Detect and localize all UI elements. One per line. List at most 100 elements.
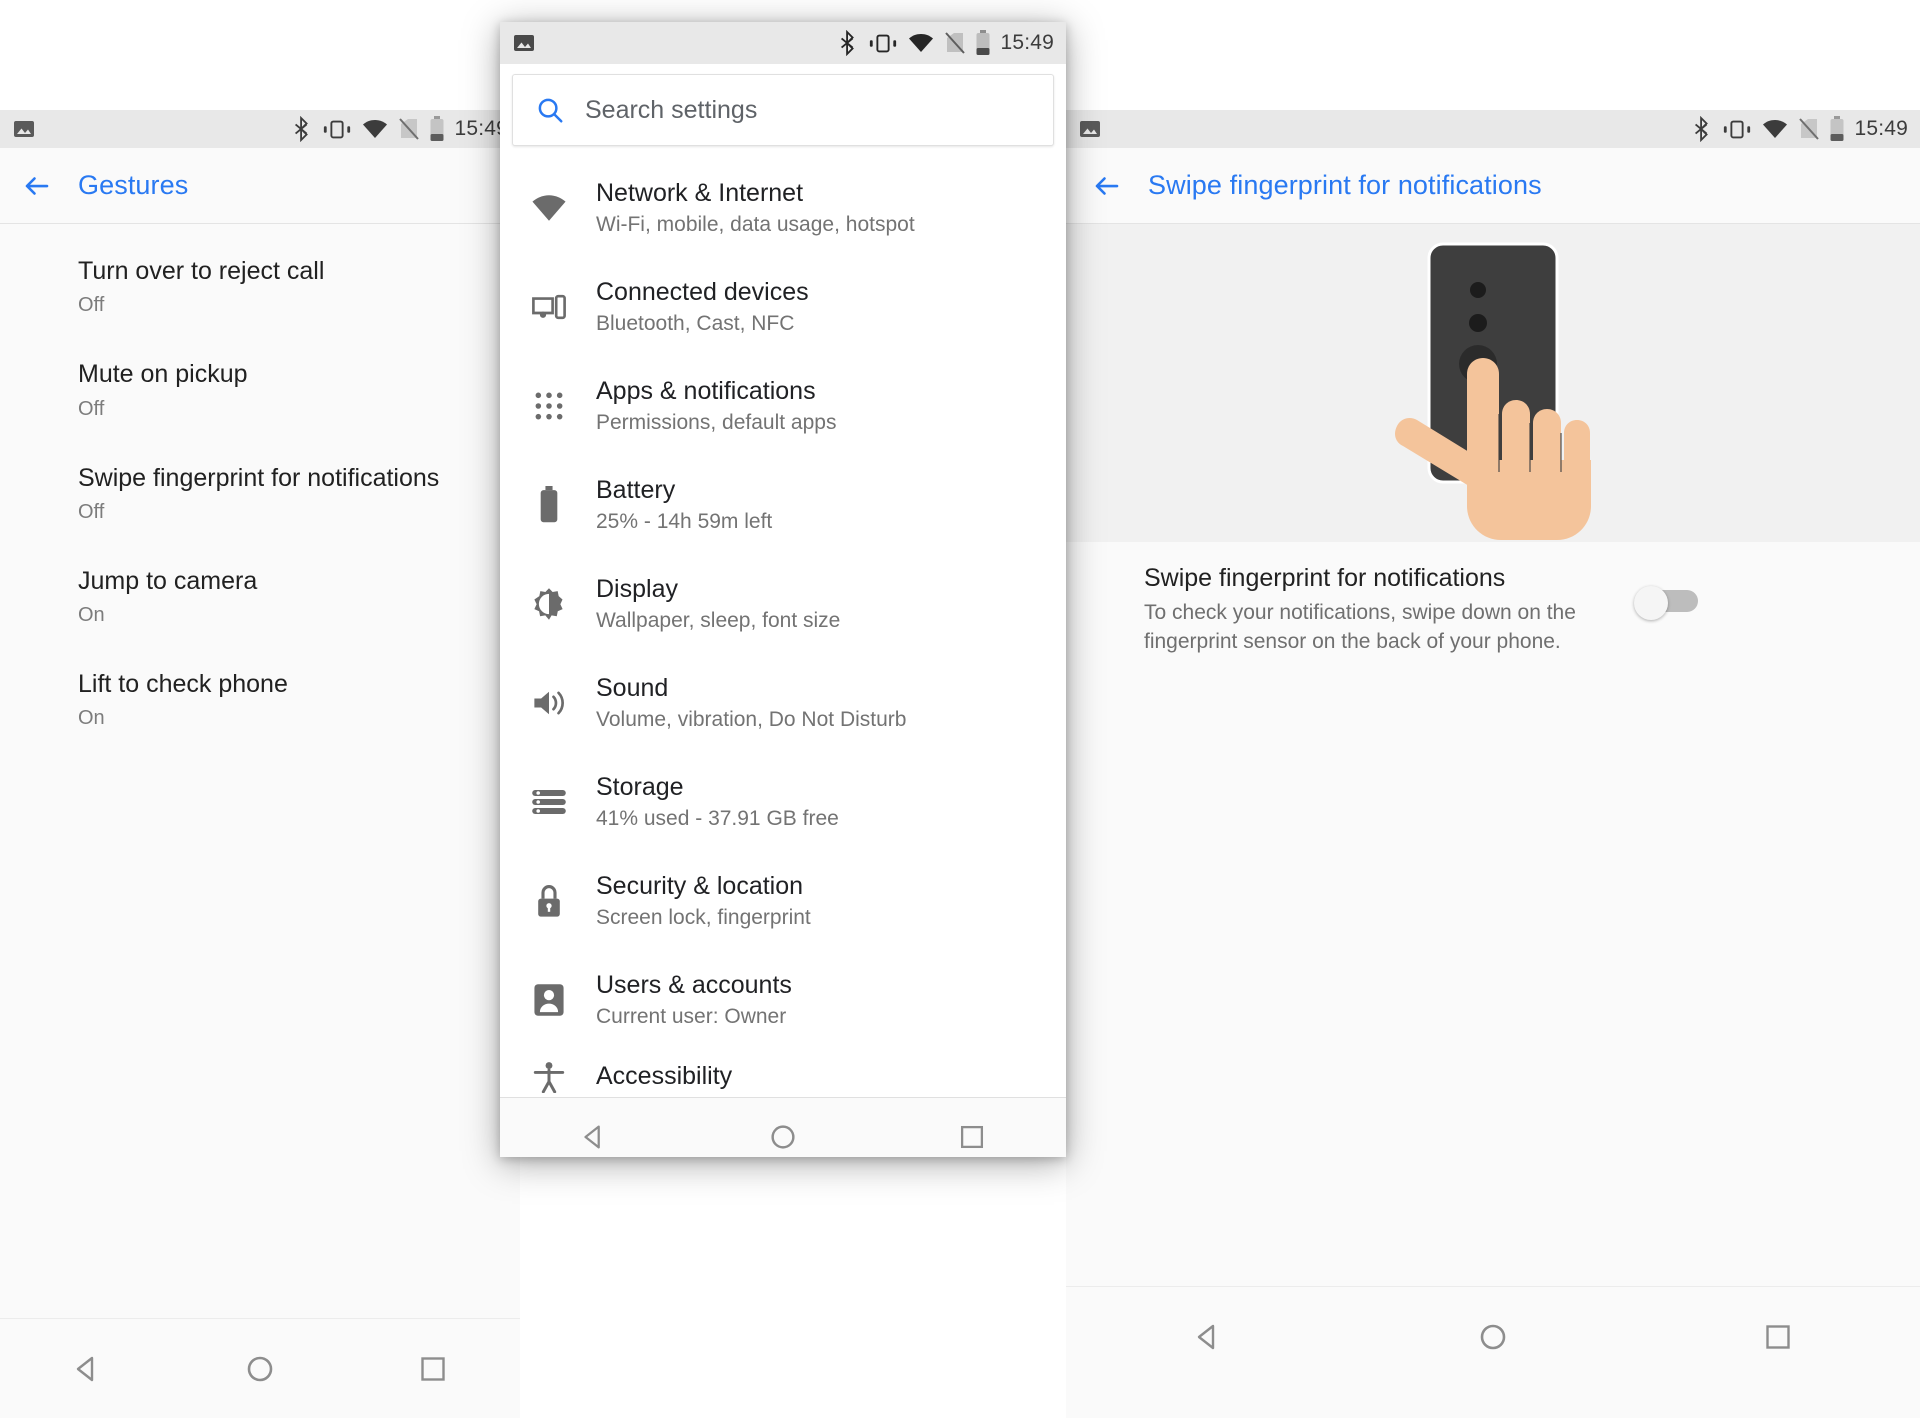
settings-row-title: Storage: [596, 772, 684, 801]
settings-row-texts: Connected devices Bluetooth, Cast, NFC: [596, 277, 809, 336]
wifi-icon: [530, 189, 568, 227]
recents-nav-button[interactable]: [1748, 1307, 1808, 1367]
brightness-icon: [530, 585, 568, 623]
triangle-back-icon: [1198, 1324, 1215, 1349]
gesture-value: Off: [78, 397, 105, 420]
circle-home-icon: [247, 1356, 273, 1381]
back-nav-button[interactable]: [57, 1339, 117, 1399]
search-input[interactable]: Search settings: [512, 74, 1054, 146]
settings-row-texts: Battery 25% - 14h 59m left: [596, 475, 772, 534]
triangle-back-icon: [584, 1125, 601, 1148]
gesture-value: On: [78, 707, 105, 730]
settings-row-subtitle: Bluetooth, Cast, NFC: [596, 312, 795, 336]
devices-icon: [530, 288, 568, 326]
battery-icon: [976, 30, 990, 55]
settings-row-title: Sound: [596, 673, 669, 702]
home-nav-button[interactable]: [753, 1107, 813, 1158]
swipe-fingerprint-toggle[interactable]: [1634, 586, 1700, 620]
recents-nav-button[interactable]: [942, 1107, 1002, 1158]
settings-row-title: Network & Internet: [596, 178, 804, 207]
gestures-list: Turn over to reject call Off Mute on pic…: [0, 224, 520, 1318]
navigation-bar-center: [500, 1097, 1066, 1157]
image-icon: [514, 35, 534, 51]
back-nav-button[interactable]: [564, 1107, 624, 1158]
swipe-fingerprint-screen: 15:49 Swipe fingerprint for notification…: [1066, 110, 1920, 1418]
list-item[interactable]: Mute on pickup Off: [0, 333, 520, 436]
gesture-title: Swipe fingerprint for notifications: [78, 463, 440, 492]
bluetooth-icon: [841, 30, 855, 56]
gesture-value: Off: [78, 294, 105, 317]
status-bar-clock: 15:49: [1854, 117, 1908, 140]
settings-row-title: Accessibility: [596, 1062, 733, 1091]
settings-row-subtitle: Screen lock, fingerprint: [596, 906, 811, 930]
list-item[interactable]: Lift to check phone On: [0, 643, 520, 746]
settings-row-title: Display: [596, 574, 678, 603]
volume-icon: [530, 684, 568, 722]
page-title: Swipe fingerprint for notifications: [1148, 170, 1542, 200]
search-container: Search settings: [500, 64, 1066, 158]
bluetooth-icon: [295, 116, 309, 142]
home-nav-button[interactable]: [230, 1339, 290, 1399]
settings-row-subtitle: 41% used - 37.91 GB free: [596, 807, 839, 831]
triangle-back-icon: [76, 1356, 93, 1381]
settings-row-texts: Accessibility: [596, 1061, 732, 1092]
settings-row-texts: Storage 41% used - 37.91 GB free: [596, 772, 839, 831]
gesture-title: Turn over to reject call: [78, 257, 325, 285]
list-item[interactable]: Turn over to reject call Off: [0, 242, 520, 333]
preference-description: To check your notifications, swipe down …: [1144, 601, 1576, 653]
settings-row-security[interactable]: Security & location Screen lock, fingerp…: [500, 851, 1066, 950]
settings-row-storage[interactable]: Storage 41% used - 37.91 GB free: [500, 752, 1066, 851]
home-nav-button[interactable]: [1463, 1307, 1523, 1367]
settings-row-texts: Apps & notifications Permissions, defaul…: [596, 376, 836, 435]
vibrate-icon: [324, 120, 351, 139]
fingerprint-illustration: [1066, 224, 1920, 542]
settings-row-network[interactable]: Network & Internet Wi-Fi, mobile, data u…: [500, 158, 1066, 257]
apps-grid-icon: [530, 387, 568, 425]
back-arrow-icon[interactable]: [22, 171, 52, 201]
settings-row-subtitle: Permissions, default apps: [596, 411, 837, 435]
content-filler: [1066, 666, 1920, 1287]
gesture-title: Lift to check phone: [78, 670, 288, 698]
image-icon: [1080, 121, 1100, 137]
wifi-icon: [909, 34, 934, 52]
gesture-value: On: [78, 604, 105, 626]
settings-row-title: Users & accounts: [596, 970, 792, 999]
settings-row-texts: Sound Volume, vibration, Do Not Disturb: [596, 673, 906, 732]
list-item[interactable]: Jump to camera On: [0, 540, 520, 643]
settings-row-accessibility[interactable]: Accessibility: [500, 1049, 1066, 1097]
status-bar-clock: 15:49: [1000, 31, 1054, 54]
back-arrow-icon[interactable]: [1092, 171, 1122, 201]
gesture-value: Off: [78, 500, 105, 523]
square-recents-icon: [960, 1125, 983, 1148]
person-icon: [530, 981, 568, 1019]
wifi-icon: [1763, 120, 1788, 138]
settings-row-texts: Users & accounts Current user: Owner: [596, 970, 792, 1029]
settings-row-battery[interactable]: Battery 25% - 14h 59m left: [500, 455, 1066, 554]
search-icon: [538, 98, 563, 123]
sim-off-icon: [945, 32, 966, 54]
recents-nav-button[interactable]: [403, 1339, 463, 1399]
settings-list: Network & Internet Wi-Fi, mobile, data u…: [500, 158, 1066, 1097]
sim-off-icon: [1799, 118, 1820, 140]
accessibility-icon: [530, 1058, 568, 1096]
battery-icon: [530, 485, 568, 524]
settings-row-sound[interactable]: Sound Volume, vibration, Do Not Disturb: [500, 653, 1066, 752]
settings-row-apps[interactable]: Apps & notifications Permissions, defaul…: [500, 356, 1066, 455]
list-item[interactable]: Swipe fingerprint for notifications Off: [0, 437, 520, 540]
fingerprint-app-bar: Swipe fingerprint for notifications: [1066, 148, 1920, 224]
swipe-fingerprint-preference[interactable]: Swipe fingerprint for notifications To c…: [1066, 542, 1920, 667]
settings-screen: 15:49 Search settings Network & Internet…: [500, 22, 1066, 1157]
navigation-bar-left: [0, 1318, 520, 1418]
battery-icon: [430, 116, 444, 141]
phone-back-fingerprint-swipe-icon: [1395, 242, 1591, 540]
back-nav-button[interactable]: [1178, 1307, 1238, 1367]
page-title: Gestures: [78, 170, 189, 200]
preference-texts: Swipe fingerprint for notifications To c…: [1144, 564, 1614, 656]
settings-row-subtitle: Wi-Fi, mobile, data usage, hotspot: [596, 213, 915, 237]
settings-row-users[interactable]: Users & accounts Current user: Owner: [500, 950, 1066, 1049]
settings-row-display[interactable]: Display Wallpaper, sleep, font size: [500, 554, 1066, 653]
navigation-bar-right: [1066, 1286, 1920, 1387]
settings-row-connected-devices[interactable]: Connected devices Bluetooth, Cast, NFC: [500, 257, 1066, 356]
gestures-app-bar: Gestures: [0, 148, 520, 224]
wifi-icon: [363, 120, 388, 138]
